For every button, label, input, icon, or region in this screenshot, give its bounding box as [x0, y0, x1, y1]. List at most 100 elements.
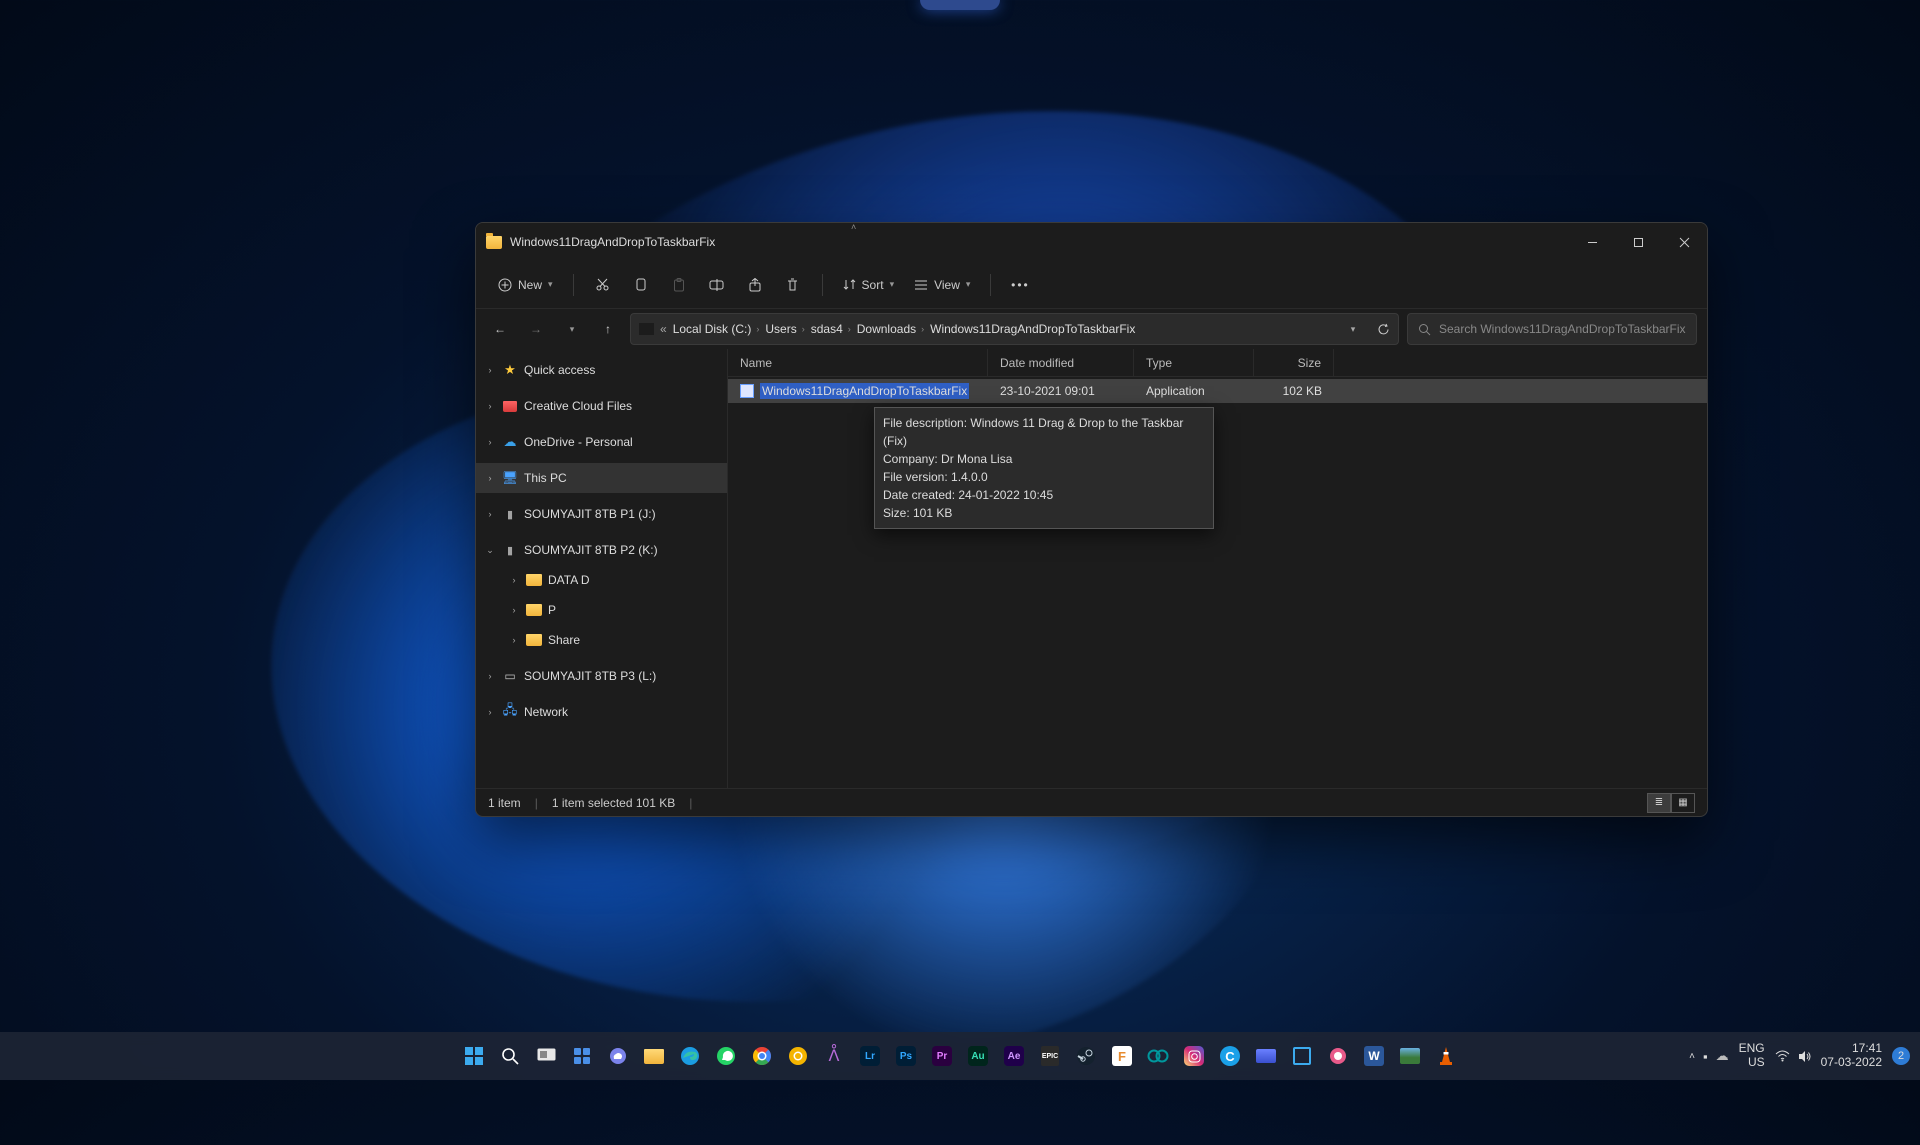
- file-date: 23-10-2021 09:01: [988, 384, 1134, 398]
- breadcrumb[interactable]: Downloads›: [857, 322, 924, 336]
- audition-taskbar[interactable]: Au: [963, 1041, 993, 1071]
- arduino-icon: [1147, 1049, 1169, 1063]
- sidebar-item-folder[interactable]: ›Share: [476, 625, 727, 655]
- breadcrumb[interactable]: Users›: [765, 322, 804, 336]
- chrome-canary-icon: [788, 1046, 808, 1066]
- whatsapp-taskbar[interactable]: [711, 1041, 741, 1071]
- tray-app-icon[interactable]: ▪: [1703, 1049, 1708, 1064]
- breadcrumb-prefix: «: [660, 322, 667, 336]
- column-headers: Name˄ Date modified Type Size: [728, 349, 1707, 377]
- onedrive-tray-icon[interactable]: ☁: [1716, 1048, 1729, 1064]
- edge-taskbar[interactable]: [675, 1041, 705, 1071]
- file-row[interactable]: Windows11DragAndDropToTaskbarFix 23-10-2…: [728, 379, 1707, 403]
- vlc-icon: [1438, 1046, 1454, 1066]
- folder-icon: [526, 634, 542, 646]
- share-icon: [748, 278, 762, 292]
- chat-button[interactable]: [603, 1041, 633, 1071]
- sidebar-item-network[interactable]: ›🖧Network: [476, 697, 727, 727]
- photos-taskbar[interactable]: [1395, 1041, 1425, 1071]
- more-button[interactable]: •••: [1003, 272, 1037, 298]
- sort-button[interactable]: Sort▾: [835, 272, 903, 298]
- app-o-taskbar[interactable]: [1323, 1041, 1353, 1071]
- sidebar-item-drive-k[interactable]: ⌄▮SOUMYAJIT 8TB P2 (K:): [476, 535, 727, 565]
- sidebar-item-folder[interactable]: ›DATA D: [476, 565, 727, 595]
- share-button[interactable]: [738, 272, 772, 298]
- minimize-button[interactable]: [1569, 223, 1615, 261]
- sidebar-item-folder[interactable]: ›P: [476, 595, 727, 625]
- breadcrumb[interactable]: sdas4›: [811, 322, 851, 336]
- app-taskbar[interactable]: ᐰ: [819, 1041, 849, 1071]
- delete-button[interactable]: [776, 272, 810, 298]
- arduino-taskbar[interactable]: [1143, 1041, 1173, 1071]
- chrome-canary-taskbar[interactable]: [783, 1041, 813, 1071]
- details-view-button[interactable]: ≣: [1647, 793, 1671, 813]
- circle-app-icon: [1328, 1046, 1348, 1066]
- titlebar[interactable]: Windows11DragAndDropToTaskbarFix: [476, 223, 1707, 261]
- clock[interactable]: 17:4107-03-2022: [1821, 1042, 1882, 1070]
- task-view-icon: [537, 1048, 556, 1064]
- app-taskbar-generic2[interactable]: [1287, 1041, 1317, 1071]
- forward-button[interactable]: →: [522, 315, 550, 343]
- aftereffects-taskbar[interactable]: Ae: [999, 1041, 1029, 1071]
- steam-taskbar[interactable]: [1071, 1041, 1101, 1071]
- recent-button[interactable]: ▾: [558, 315, 586, 343]
- app-f-taskbar[interactable]: F: [1107, 1041, 1137, 1071]
- sidebar-item-creative-cloud[interactable]: ›Creative Cloud Files: [476, 391, 727, 421]
- windows-icon: [464, 1046, 484, 1066]
- paste-button[interactable]: [662, 272, 696, 298]
- drive-icon: ▮: [502, 542, 518, 558]
- sidebar-item-drive-j[interactable]: ›▮SOUMYAJIT 8TB P1 (J:): [476, 499, 727, 529]
- column-header-name[interactable]: Name˄: [728, 349, 988, 376]
- lightroom-taskbar[interactable]: Lr: [855, 1041, 885, 1071]
- up-button[interactable]: ↑: [594, 315, 622, 343]
- chrome-taskbar[interactable]: [747, 1041, 777, 1071]
- app-taskbar-generic1[interactable]: [1251, 1041, 1281, 1071]
- language-indicator[interactable]: ENGUS: [1739, 1042, 1765, 1070]
- audition-icon: Au: [968, 1046, 988, 1066]
- refresh-button[interactable]: [1368, 314, 1398, 344]
- back-button[interactable]: ←: [486, 315, 514, 343]
- widgets-button[interactable]: [567, 1041, 597, 1071]
- cut-button[interactable]: [586, 271, 620, 298]
- quick-settings[interactable]: [1775, 1050, 1811, 1063]
- new-button[interactable]: New▾: [490, 272, 561, 298]
- photoshop-taskbar[interactable]: Ps: [891, 1041, 921, 1071]
- breadcrumb[interactable]: Local Disk (C:)›: [673, 322, 760, 336]
- view-button[interactable]: View▾: [906, 272, 978, 298]
- instagram-taskbar[interactable]: [1179, 1041, 1209, 1071]
- search-box[interactable]: Search Windows11DragAndDropToTaskbarFix: [1407, 313, 1697, 345]
- app-c-taskbar[interactable]: C: [1215, 1041, 1245, 1071]
- application-icon: [740, 384, 754, 398]
- window-title: Windows11DragAndDropToTaskbarFix: [510, 235, 715, 249]
- breadcrumb[interactable]: Windows11DragAndDropToTaskbarFix: [930, 322, 1135, 336]
- address-dropdown[interactable]: ▾: [1338, 314, 1368, 344]
- column-header-date[interactable]: Date modified: [988, 349, 1134, 376]
- trash-icon: [786, 278, 799, 292]
- rename-button[interactable]: [700, 272, 734, 298]
- search-button[interactable]: [495, 1041, 525, 1071]
- view-icon: [914, 279, 928, 291]
- epic-taskbar[interactable]: EPIC: [1035, 1041, 1065, 1071]
- word-taskbar[interactable]: W: [1359, 1041, 1389, 1071]
- sidebar-item-quick-access[interactable]: ›★Quick access: [476, 355, 727, 385]
- start-button[interactable]: [459, 1041, 489, 1071]
- vlc-taskbar[interactable]: [1431, 1041, 1461, 1071]
- close-button[interactable]: [1661, 223, 1707, 261]
- sidebar-item-this-pc[interactable]: ›🖥This PC: [476, 463, 727, 493]
- premiere-taskbar[interactable]: Pr: [927, 1041, 957, 1071]
- thumbnails-view-button[interactable]: ▦: [1671, 793, 1695, 813]
- column-header-type[interactable]: Type: [1134, 349, 1254, 376]
- tray-overflow-button[interactable]: ˄: [1689, 1051, 1695, 1062]
- column-header-size[interactable]: Size: [1254, 349, 1334, 376]
- notification-badge[interactable]: 2: [1892, 1047, 1910, 1065]
- task-view-button[interactable]: [531, 1041, 561, 1071]
- copy-button[interactable]: [624, 272, 658, 298]
- status-bar: 1 item| 1 item selected 101 KB| ≣ ▦: [476, 788, 1707, 816]
- star-icon: ★: [502, 362, 518, 378]
- sidebar-item-onedrive[interactable]: ›☁OneDrive - Personal: [476, 427, 727, 457]
- address-bar[interactable]: « Local Disk (C:)› Users› sdas4› Downloa…: [630, 313, 1399, 345]
- maximize-button[interactable]: [1615, 223, 1661, 261]
- sidebar-item-drive-l[interactable]: ›▭SOUMYAJIT 8TB P3 (L:): [476, 661, 727, 691]
- instagram-icon: [1184, 1046, 1204, 1066]
- file-explorer-taskbar[interactable]: [639, 1041, 669, 1071]
